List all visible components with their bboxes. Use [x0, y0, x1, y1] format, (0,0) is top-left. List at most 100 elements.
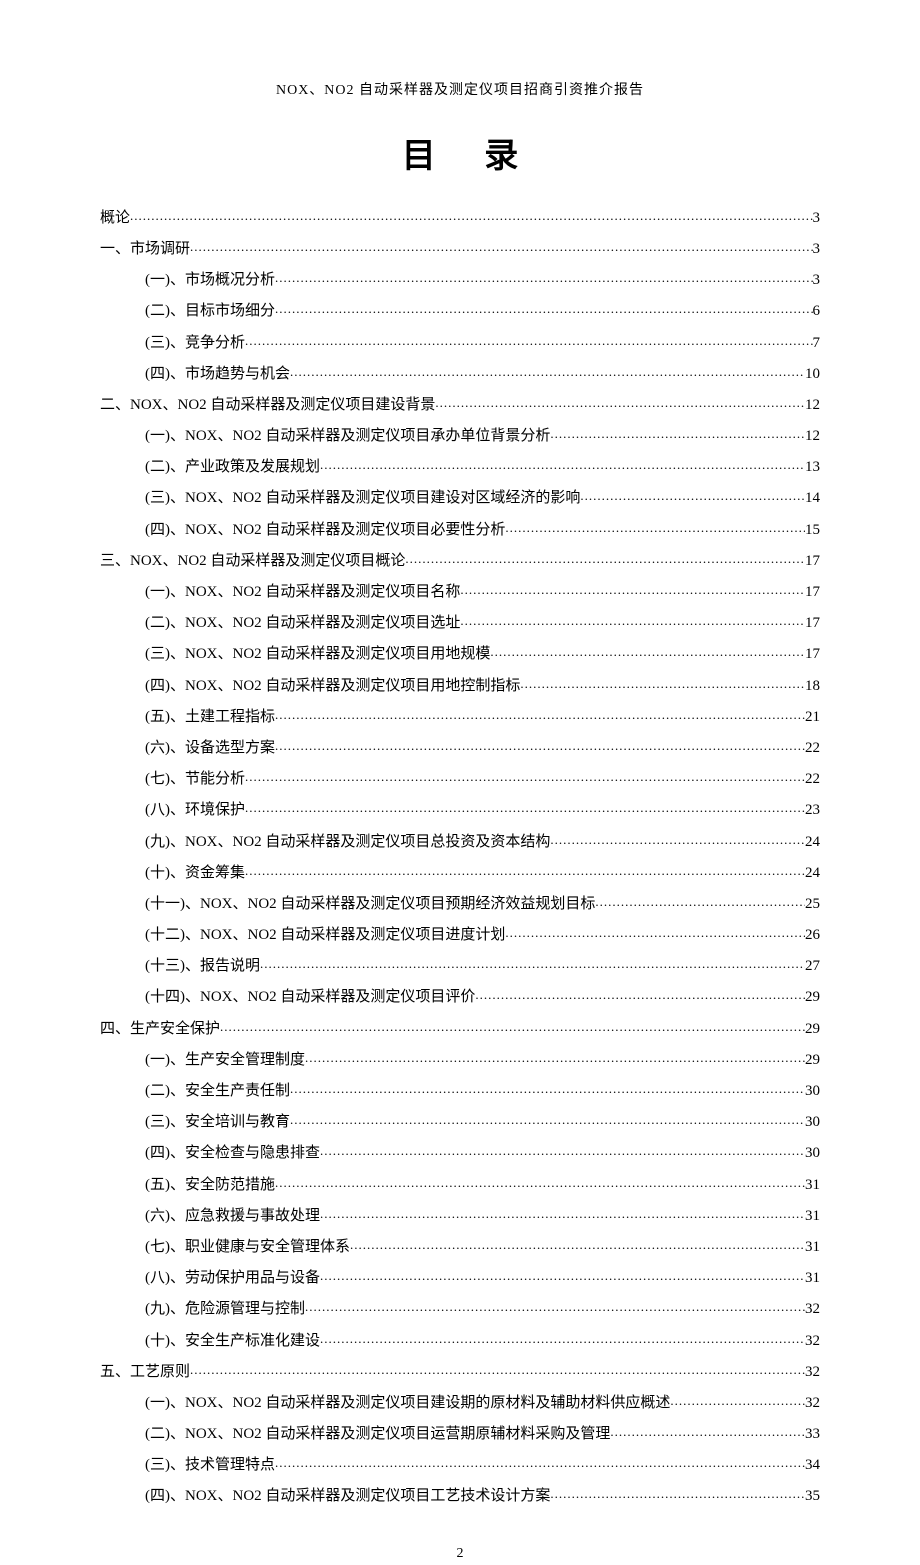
toc-entry-page: 31: [805, 1170, 820, 1201]
toc-entry-page: 22: [805, 764, 820, 795]
toc-entry-page: 34: [805, 1450, 820, 1481]
toc-entry-page: 33: [805, 1419, 820, 1450]
toc-entry-label: (三)、安全培训与教育: [145, 1107, 290, 1138]
toc-row: (二)、安全生产责任制30: [100, 1076, 820, 1107]
toc-entry-label: (一)、生产安全管理制度: [145, 1045, 305, 1076]
toc-entry-label: (八)、环境保护: [145, 795, 245, 826]
toc-entry-page: 18: [805, 671, 820, 702]
toc-entry-label: (十三)、报告说明: [145, 951, 260, 982]
toc-entry-label: (二)、安全生产责任制: [145, 1076, 290, 1107]
toc-entry-page: 12: [805, 390, 820, 421]
toc-entry-label: 五、工艺原则: [100, 1357, 190, 1388]
toc-row: 三、NOX、NO2 自动采样器及测定仪项目概论17: [100, 546, 820, 577]
toc-leader-dots: [305, 1293, 805, 1320]
toc-row: (一)、NOX、NO2 自动采样器及测定仪项目名称17: [100, 577, 820, 608]
toc-row: (十三)、报告说明 27: [100, 951, 820, 982]
toc-leader-dots: [275, 732, 805, 759]
toc-row: 概论 3: [100, 203, 820, 234]
toc-entry-page: 17: [805, 577, 820, 608]
toc-row: (六)、应急救援与事故处理31: [100, 1201, 820, 1232]
toc-leader-dots: [320, 451, 805, 478]
toc-row: (十)、资金筹集24: [100, 858, 820, 889]
toc-row: (十四)、NOX、NO2 自动采样器及测定仪项目评价29: [100, 982, 820, 1013]
toc-entry-label: (九)、危险源管理与控制: [145, 1294, 305, 1325]
toc-leader-dots: [580, 482, 805, 509]
toc-row: (三)、NOX、NO2 自动采样器及测定仪项目用地规模17: [100, 639, 820, 670]
toc-entry-page: 7: [813, 328, 821, 359]
toc-row: (五)、土建工程指标21: [100, 702, 820, 733]
toc-leader-dots: [275, 701, 805, 728]
toc-entry-page: 26: [805, 920, 820, 951]
toc-entry-page: 23: [805, 795, 820, 826]
toc-entry-label: 概论: [100, 203, 130, 234]
toc-entry-page: 29: [805, 1045, 820, 1076]
toc-entry-page: 25: [805, 889, 820, 920]
toc-row: (六)、设备选型方案22: [100, 733, 820, 764]
toc-entry-label: 二、NOX、NO2 自动采样器及测定仪项目建设背景: [100, 390, 435, 421]
toc-leader-dots: [595, 888, 805, 915]
toc-leader-dots: [320, 1200, 805, 1227]
toc-row: (七)、职业健康与安全管理体系31: [100, 1232, 820, 1263]
toc-entry-page: 13: [805, 452, 820, 483]
toc-entry-page: 15: [805, 515, 820, 546]
toc-row: 一、市场调研3: [100, 234, 820, 265]
toc-leader-dots: [275, 295, 813, 322]
toc-entry-page: 3: [813, 203, 821, 234]
toc-entry-label: (八)、劳动保护用品与设备: [145, 1263, 320, 1294]
toc-title: 目 录: [100, 130, 820, 184]
toc-leader-dots: [275, 1449, 805, 1476]
toc-entry-page: 6: [813, 296, 821, 327]
toc-row: (四)、安全检查与隐患排查30: [100, 1138, 820, 1169]
toc-leader-dots: [245, 763, 805, 790]
toc-leader-dots: [220, 1013, 805, 1040]
toc-leader-dots: [460, 576, 805, 603]
toc-leader-dots: [245, 857, 805, 884]
toc-entry-page: 31: [805, 1232, 820, 1263]
toc-leader-dots: [260, 950, 805, 977]
toc-entry-label: (四)、NOX、NO2 自动采样器及测定仪项目用地控制指标: [145, 671, 520, 702]
toc-row: 五、工艺原则 32: [100, 1357, 820, 1388]
toc-row: (三)、技术管理特点34: [100, 1450, 820, 1481]
toc-entry-label: (一)、市场概况分析: [145, 265, 275, 296]
toc-leader-dots: [350, 1231, 805, 1258]
toc-entry-label: (四)、市场趋势与机会: [145, 359, 290, 390]
toc-entry-page: 32: [805, 1357, 820, 1388]
toc-entry-page: 12: [805, 421, 820, 452]
toc-entry-label: (六)、应急救援与事故处理: [145, 1201, 320, 1232]
toc-row: (一)、生产安全管理制度 29: [100, 1045, 820, 1076]
toc-row: (十一)、NOX、NO2 自动采样器及测定仪项目预期经济效益规划目标25: [100, 889, 820, 920]
toc-row: (八)、环境保护 23: [100, 795, 820, 826]
toc-leader-dots: [320, 1137, 805, 1164]
toc-row: (四)、市场趋势与机会10: [100, 359, 820, 390]
toc-entry-label: 一、市场调研: [100, 234, 190, 265]
toc-entry-label: (十)、资金筹集: [145, 858, 245, 889]
toc-entry-label: (三)、NOX、NO2 自动采样器及测定仪项目建设对区域经济的影响: [145, 483, 580, 514]
toc-row: (九)、危险源管理与控制32: [100, 1294, 820, 1325]
toc-leader-dots: [505, 919, 805, 946]
table-of-contents: 概论 3一、市场调研3(一)、市场概况分析 3 (二)、目标市场细分 6 (三)、竞争分析…: [100, 203, 820, 1513]
toc-row: (二)、NOX、NO2 自动采样器及测定仪项目运营期原辅材料采购及管理33: [100, 1419, 820, 1450]
toc-entry-label: (二)、目标市场细分: [145, 296, 275, 327]
toc-leader-dots: [610, 1418, 805, 1445]
toc-leader-dots: [670, 1387, 805, 1414]
toc-row: (四)、NOX、NO2 自动采样器及测定仪项目用地控制指标 18: [100, 671, 820, 702]
toc-entry-label: (三)、竞争分析: [145, 328, 245, 359]
toc-entry-page: 27: [805, 951, 820, 982]
page-header: NOX、NO2 自动采样器及测定仪项目招商引资推介报告: [100, 80, 820, 102]
toc-entry-label: (四)、安全检查与隐患排查: [145, 1138, 320, 1169]
toc-entry-page: 21: [805, 702, 820, 733]
toc-entry-label: (一)、NOX、NO2 自动采样器及测定仪项目建设期的原材料及辅助材料供应概述: [145, 1388, 670, 1419]
toc-row: (十)、安全生产标准化建设32: [100, 1326, 820, 1357]
toc-entry-label: (六)、设备选型方案: [145, 733, 275, 764]
toc-entry-page: 17: [805, 639, 820, 670]
toc-leader-dots: [460, 607, 805, 634]
toc-entry-label: (一)、NOX、NO2 自动采样器及测定仪项目承办单位背景分析: [145, 421, 550, 452]
toc-entry-page: 14: [805, 483, 820, 514]
toc-entry-page: 32: [805, 1388, 820, 1419]
toc-leader-dots: [245, 327, 813, 354]
toc-entry-label: 四、生产安全保护: [100, 1014, 220, 1045]
toc-leader-dots: [505, 514, 805, 541]
toc-entry-label: (四)、NOX、NO2 自动采样器及测定仪项目必要性分析: [145, 515, 505, 546]
toc-entry-label: (五)、安全防范措施: [145, 1170, 275, 1201]
toc-leader-dots: [475, 981, 805, 1008]
